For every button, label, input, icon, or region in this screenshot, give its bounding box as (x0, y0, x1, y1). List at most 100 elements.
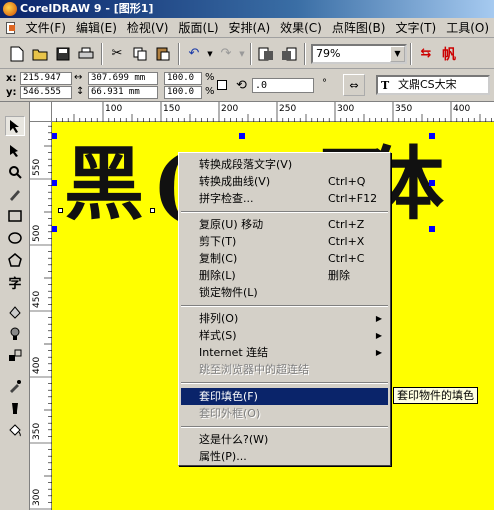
outline-tool-icon[interactable] (5, 398, 25, 418)
save-icon[interactable] (52, 43, 74, 65)
corel-logo-icon[interactable]: 帆 (438, 43, 460, 65)
font-name-value: 文鼎CS大宋 (398, 78, 457, 91)
selection-handle[interactable] (52, 180, 57, 186)
menu-file[interactable]: 文件(F) (21, 18, 71, 38)
menu-arrange[interactable]: 安排(A) (224, 18, 276, 38)
menu-overprint-fill[interactable]: 套印填色(F) (181, 388, 388, 405)
coreldraw-app-icon[interactable] (3, 2, 17, 16)
scale-y-unit: % (205, 86, 215, 97)
ruler-label: 250 (279, 104, 296, 114)
text-tool-icon[interactable]: 字 (5, 272, 25, 292)
menu-delete[interactable]: 删除(L) 删除 (181, 267, 388, 284)
menu-convert-paragraph-text[interactable]: 转换成段落文字(V) (181, 156, 388, 173)
menu-order[interactable]: 排列(O) ▶ (181, 310, 388, 327)
width-field[interactable]: 307.699 mm (88, 72, 158, 85)
font-name-select[interactable]: T 文鼎CS大宋 (376, 75, 490, 95)
undo-dropdown-icon[interactable]: ▼ (206, 43, 214, 65)
menu-bitmaps[interactable]: 点阵图(B) (327, 18, 391, 38)
menu-jump-to-hyperlink: 跳至浏览器中的超连结 (199, 363, 309, 376)
mirror-icon[interactable]: ⇔ (343, 74, 365, 96)
horizontal-ruler[interactable]: 100 150 200 250 300 350 400 (52, 102, 494, 122)
menu-properties[interactable]: 属性(P)... (181, 448, 388, 465)
menu-whats-this[interactable]: 这是什么?(W) (181, 431, 388, 448)
application-launcher-icon[interactable]: ⇆ (415, 43, 437, 65)
menu-internet-link[interactable]: Internet 连结 ▶ (181, 344, 388, 361)
toolbar-separator (410, 42, 412, 65)
y-position-field[interactable]: 546.555 (20, 86, 72, 99)
menu-cut[interactable]: 剪下(T) Ctrl+X (181, 233, 388, 250)
zoom-tool-icon[interactable] (5, 162, 25, 182)
polygon-tool-icon[interactable] (5, 250, 25, 270)
chevron-down-icon[interactable]: ▼ (390, 45, 405, 62)
ruler-origin[interactable] (30, 102, 52, 122)
menu-effects[interactable]: 效果(C) (275, 18, 327, 38)
redo-dropdown-icon[interactable]: ▼ (238, 43, 246, 65)
ruler-label: 100 (105, 104, 122, 114)
freehand-tool-icon[interactable] (5, 184, 25, 204)
submenu-arrow-icon: ▶ (375, 331, 382, 340)
menu-text[interactable]: 文字(T) (390, 18, 441, 38)
x-position-field[interactable]: 215.947 (20, 72, 72, 85)
document-icon[interactable] (6, 21, 15, 34)
menu-convert-to-curves[interactable]: 转换成曲线(V) Ctrl+Q (181, 173, 388, 190)
selection-handle[interactable] (52, 133, 57, 139)
undo-icon[interactable]: ↶ (183, 43, 205, 65)
selection-handle[interactable] (429, 133, 435, 139)
selection-handle[interactable] (429, 180, 435, 186)
truetype-font-icon: T (381, 79, 390, 92)
menu-separator (181, 211, 388, 213)
pick-tool-icon[interactable] (5, 116, 25, 136)
interactive-transparency-icon[interactable] (5, 324, 25, 344)
artistic-text-char[interactable]: 黑 (64, 144, 144, 224)
zoom-level-select[interactable]: 79% ▼ (311, 43, 407, 64)
menu-lock-object[interactable]: 锁定物件(L) (181, 284, 388, 301)
scale-x-field[interactable]: 100.0 (164, 72, 202, 85)
menu-edit[interactable]: 编辑(E) (71, 18, 122, 38)
selection-handle[interactable] (429, 226, 435, 232)
vertical-ruler[interactable]: 550 500 450 400 350 300 (30, 122, 52, 510)
degree-unit: ° (322, 78, 327, 89)
selection-handle[interactable] (52, 226, 57, 232)
menu-styles[interactable]: 样式(S) ▶ (181, 327, 388, 344)
menu-view[interactable]: 检视(V) (122, 18, 174, 38)
interactive-fill-icon[interactable] (5, 302, 25, 322)
rectangle-tool-icon[interactable] (5, 206, 25, 226)
rotation-angle-field[interactable]: .0 (252, 78, 314, 93)
title-bar: CorelDRAW 9 - [图形1] (0, 0, 494, 18)
menu-spell-check[interactable]: 拼字检查... Ctrl+F12 (181, 190, 388, 207)
menu-layout[interactable]: 版面(L) (173, 18, 223, 38)
text-node[interactable] (150, 208, 155, 213)
scale-x-unit: % (205, 72, 215, 83)
menu-separator (181, 305, 388, 307)
blend-tool-icon[interactable] (5, 346, 25, 366)
paste-icon[interactable] (152, 43, 174, 65)
redo-icon[interactable]: ↷ (215, 43, 237, 65)
menu-tools[interactable]: 工具(O) (441, 18, 494, 38)
ruler-label: 450 (32, 291, 42, 308)
scale-y-field[interactable]: 100.0 (164, 86, 202, 99)
new-icon[interactable] (6, 43, 28, 65)
fill-tool-icon[interactable] (5, 420, 25, 440)
print-icon[interactable] (75, 43, 97, 65)
import-icon[interactable] (255, 43, 277, 65)
height-field[interactable]: 66.931 mm (88, 86, 158, 99)
menu-bar: 文件(F) 编辑(E) 检视(V) 版面(L) 安排(A) 效果(C) 点阵图(… (0, 18, 494, 38)
standard-toolbar: ✂ ↶ ▼ ↷ ▼ 79% ▼ ⇆ 帆 (0, 39, 494, 69)
export-icon[interactable] (278, 43, 300, 65)
ellipse-tool-icon[interactable] (5, 228, 25, 248)
text-node[interactable] (58, 208, 63, 213)
cut-icon[interactable]: ✂ (106, 43, 128, 65)
open-icon[interactable] (29, 43, 51, 65)
menu-copy[interactable]: 复制(C) Ctrl+C (181, 250, 388, 267)
ruler-label: 500 (32, 225, 42, 242)
selection-handle[interactable] (239, 133, 245, 139)
menu-undo-move[interactable]: 复原(U) 移动 Ctrl+Z (181, 216, 388, 233)
shape-tool-icon[interactable] (5, 140, 25, 160)
menu-separator (181, 382, 388, 384)
eyedropper-tool-icon[interactable] (5, 376, 25, 396)
ruler-label: 150 (163, 104, 180, 114)
copy-icon[interactable] (129, 43, 151, 65)
lock-ratio-icon[interactable] (217, 80, 227, 90)
horizontal-ruler-scale: 100 150 200 250 300 350 400 (56, 102, 492, 122)
zoom-level-value: 79% (316, 47, 341, 60)
